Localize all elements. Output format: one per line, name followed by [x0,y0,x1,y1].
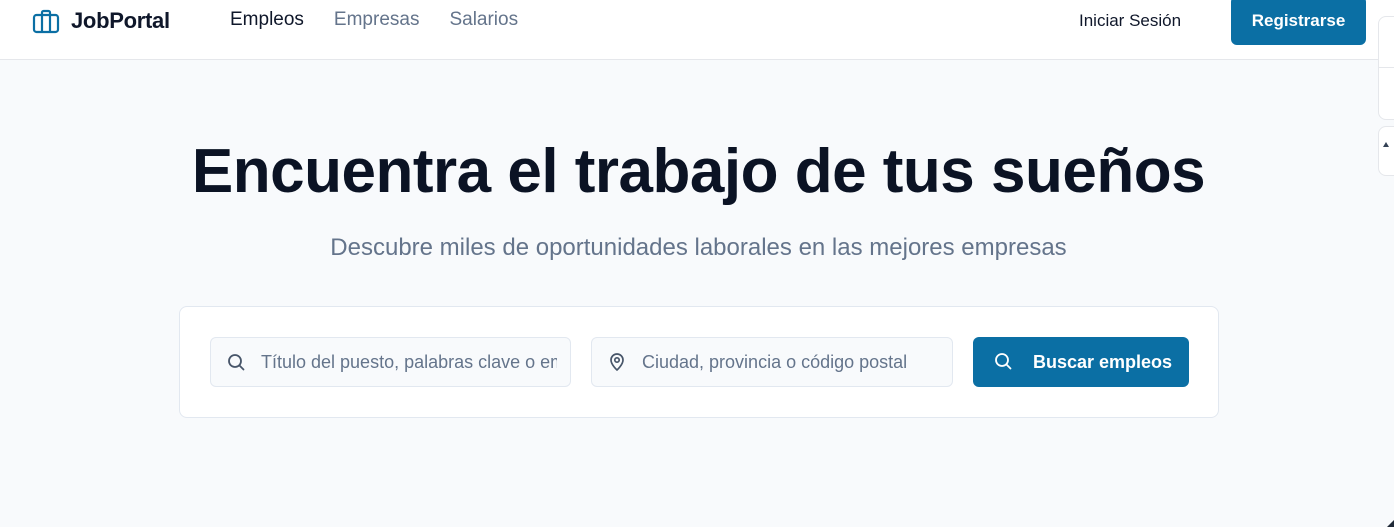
main-nav: Empleos Empresas Salarios [230,8,518,32]
register-button[interactable]: Registrarse [1231,0,1366,45]
resize-corner-icon [1387,520,1394,527]
location-search-field[interactable] [591,337,953,387]
hero-title: Encuentra el trabajo de tus sueños [191,137,1206,206]
brand-name: JobPortal [71,8,170,33]
side-panel-tab[interactable] [1378,16,1394,120]
brand-logo[interactable]: JobPortal [31,6,170,36]
hero-subtitle: Descubre miles de oportunidades laborale… [330,234,1067,261]
briefcase-icon [31,6,61,36]
keyword-search-field[interactable] [210,337,571,387]
search-icon [226,352,246,372]
nav-item-salarios[interactable]: Salarios [449,8,518,32]
top-navbar: JobPortal Empleos Empresas Salarios Inic… [0,0,1394,60]
side-panel-divider [1379,67,1394,68]
keyword-search-input[interactable] [261,338,557,386]
nav-item-empresas[interactable]: Empresas [334,8,420,32]
search-jobs-button[interactable]: Buscar empleos [973,337,1189,387]
search-icon [993,351,1013,371]
location-search-input[interactable] [642,338,938,386]
login-link[interactable]: Iniciar Sesión [1079,10,1181,32]
nav-item-empleos[interactable]: Empleos [230,8,304,32]
job-search-card: Buscar empleos [179,306,1219,418]
map-pin-icon [607,352,627,372]
search-jobs-button-label: Buscar empleos [1033,352,1173,372]
